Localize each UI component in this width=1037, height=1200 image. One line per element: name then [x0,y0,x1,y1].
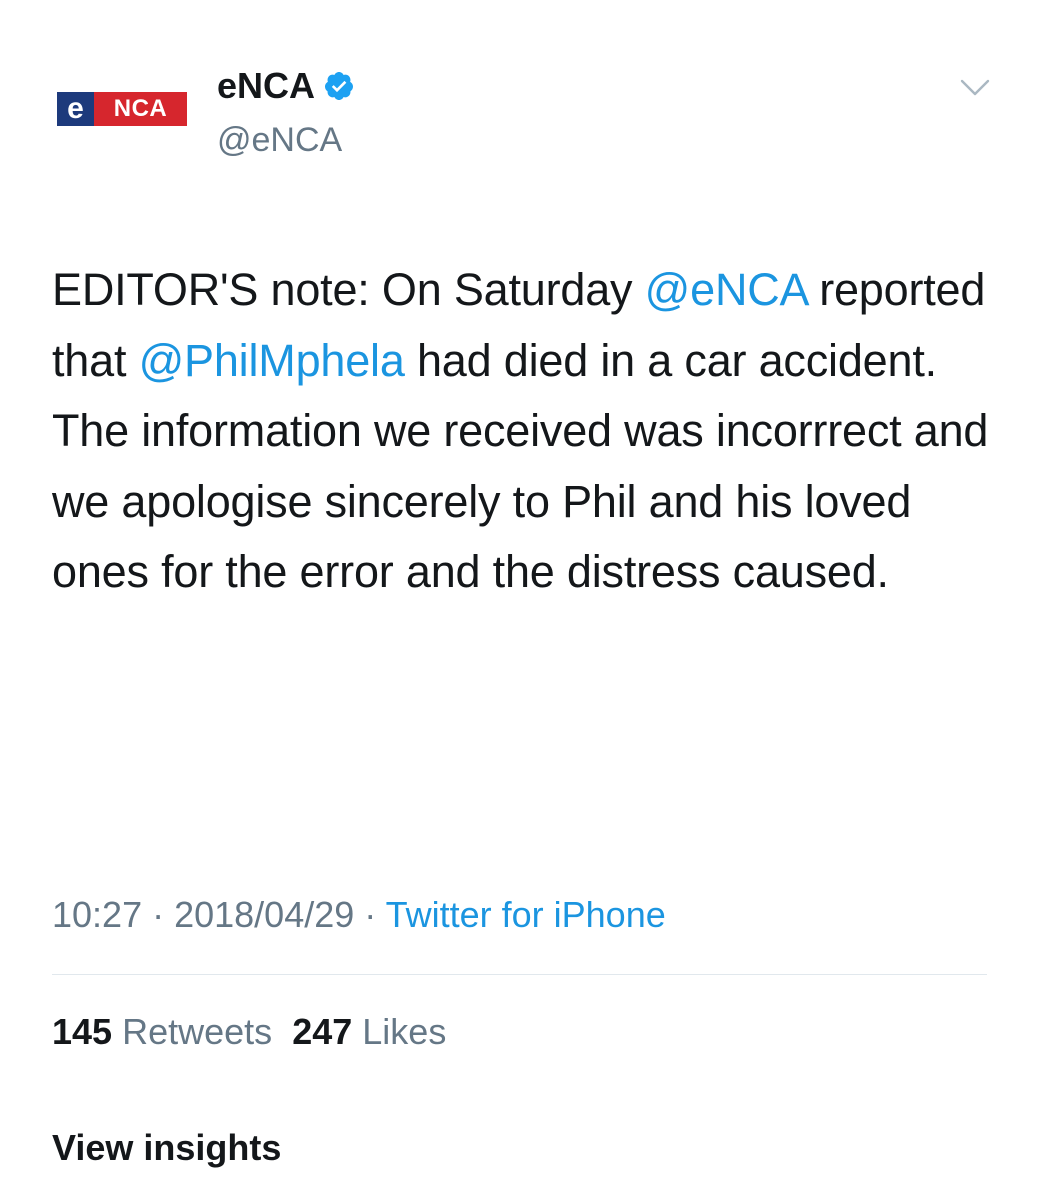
tweet-text: EDITOR'S note: On Saturday @eNCA reporte… [52,255,1002,608]
chevron-down-icon[interactable] [958,70,992,104]
retweets-count: 145 [52,1011,113,1052]
view-insights-button[interactable]: View insights [52,1126,281,1170]
meta-separator: · [354,894,386,935]
tweet-stats: 145 Retweets 247 Likes [52,1010,446,1054]
retweets-stat[interactable]: 145 Retweets [52,1011,272,1052]
tweet-time[interactable]: 10:27 [52,894,142,935]
logo-e: e [57,92,94,126]
meta-separator: · [142,894,175,935]
tweet-meta: 10:27 · 2018/04/29 · Twitter for iPhone [52,893,666,937]
likes-label: Likes [362,1011,447,1052]
mention-link[interactable]: @PhilMphela [139,335,405,386]
handle[interactable]: @eNCA [217,118,342,162]
display-name-text: eNCA [217,65,316,106]
divider [52,974,987,975]
tweet-card: e NCA eNCA @eNCA EDITOR'S note: On Satur… [0,0,1037,1200]
logo-nca: NCA [94,92,187,126]
display-name[interactable]: eNCA [217,64,355,108]
avatar[interactable]: e NCA [57,92,187,126]
tweet-date[interactable]: 2018/04/29 [174,894,354,935]
tweet-text-segment: EDITOR'S note: On Saturday [52,264,645,315]
tweet-source-link[interactable]: Twitter for iPhone [386,894,666,935]
likes-stat[interactable]: 247 Likes [292,1011,446,1052]
verified-badge-icon [325,72,354,100]
retweets-label: Retweets [122,1011,273,1052]
mention-link[interactable]: @eNCA [645,264,807,315]
likes-count: 247 [292,1011,353,1052]
